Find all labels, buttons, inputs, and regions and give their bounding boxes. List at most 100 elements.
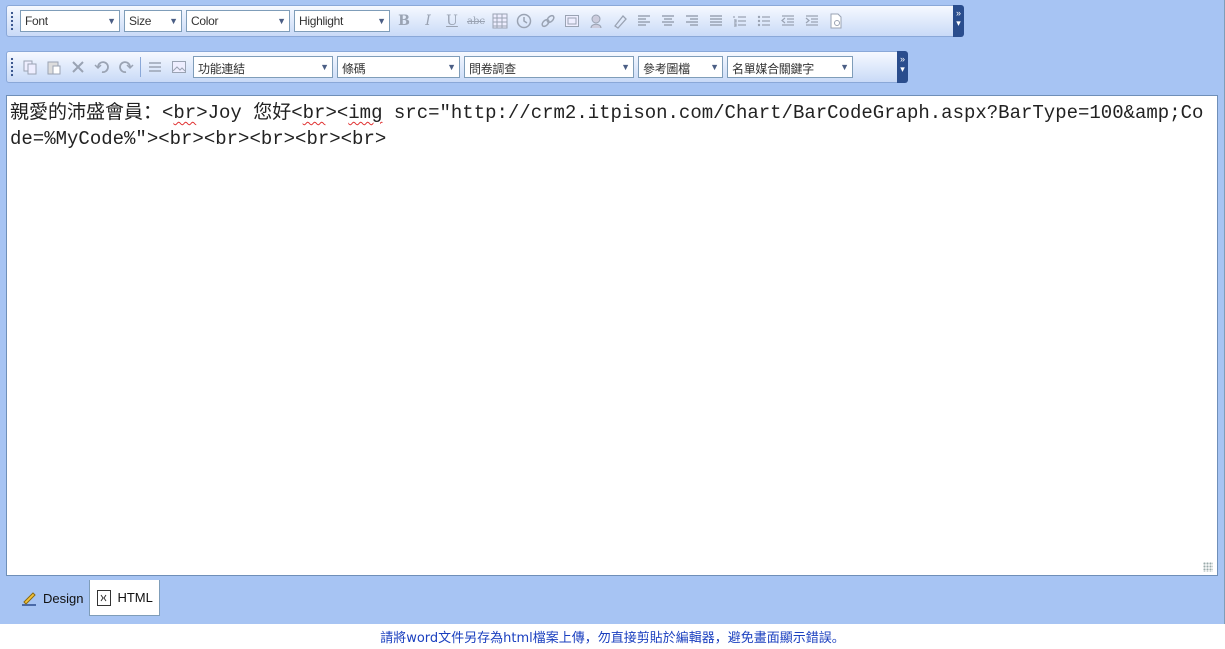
chevron-down-icon: ▼ (621, 62, 630, 72)
frame-icon (565, 15, 579, 27)
survey-label: 問卷調查 (469, 62, 516, 76)
feature-link-label: 功能連結 (198, 62, 245, 76)
content-text: 親愛的沛盛會員：< (10, 102, 174, 124)
insert-table-button[interactable] (490, 10, 510, 32)
toolbar-overflow-button[interactable]: » ▾ (897, 51, 908, 83)
align-left-button[interactable] (634, 10, 654, 32)
html-source-textarea[interactable]: 親愛的沛盛會員：<br>Joy 您好<br><img src="http://c… (6, 95, 1218, 576)
tab-html[interactable]: HTML (89, 580, 160, 616)
strikethrough-icon: abc (467, 15, 485, 27)
bullet-list-icon (757, 15, 770, 27)
strikethrough-button[interactable]: abc (466, 10, 486, 32)
barcode-label: 條碼 (342, 62, 366, 76)
html-editor: Font ▼ Size ▼ Color ▼ Highlight ▼ B I U … (0, 0, 1225, 624)
image-gallery-button[interactable] (169, 56, 189, 78)
barcode-select[interactable]: 條碼 ▼ (337, 56, 460, 78)
indent-icon (805, 15, 818, 26)
font-select[interactable]: Font ▼ (20, 10, 120, 32)
insert-frame-button[interactable] (562, 10, 582, 32)
redo-icon (119, 61, 134, 73)
horizontal-rule-button[interactable] (145, 56, 165, 78)
paste-button[interactable] (44, 56, 64, 78)
reference-file-label: 參考圖檔 (643, 62, 690, 76)
content-text: >< (325, 102, 349, 124)
numbered-list-button[interactable] (730, 10, 750, 32)
tab-design[interactable]: Design (14, 580, 89, 616)
picture-icon (172, 61, 186, 73)
clock-icon (516, 13, 532, 29)
merge-keyword-select[interactable]: 名單媒合關鍵字 ▼ (727, 56, 853, 78)
redo-button[interactable] (116, 56, 136, 78)
merge-keyword-label: 名單媒合關鍵字 (732, 62, 814, 76)
chevron-down-icon: ▼ (840, 62, 849, 72)
link-icon (541, 14, 555, 28)
color-select-label: Color (191, 14, 219, 28)
underline-button[interactable]: U (442, 10, 462, 32)
align-left-icon (638, 15, 650, 26)
font-select-label: Font (25, 14, 48, 28)
italic-button[interactable]: I (418, 10, 438, 32)
justify-icon (710, 15, 722, 26)
eraser-button[interactable] (610, 10, 630, 32)
undo-button[interactable] (92, 56, 112, 78)
insert-image-button[interactable] (586, 10, 606, 32)
preview-button[interactable] (826, 10, 846, 32)
undo-icon (94, 61, 109, 73)
highlight-select[interactable]: Highlight ▼ (294, 10, 390, 32)
spellcheck-word: br (173, 102, 197, 124)
reference-file-select[interactable]: 參考圖檔 ▼ (638, 56, 723, 78)
size-select[interactable]: Size ▼ (124, 10, 182, 32)
chevron-down-icon: ▼ (447, 62, 456, 72)
delete-button[interactable] (68, 56, 88, 78)
paste-icon (47, 61, 61, 75)
italic-icon: I (425, 13, 431, 29)
insert-link-button[interactable] (538, 10, 558, 32)
chevron-down-icon: ▼ (377, 16, 386, 26)
tab-html-label: HTML (117, 590, 153, 605)
size-select-label: Size (129, 14, 152, 28)
document-icon (830, 13, 842, 29)
align-right-button[interactable] (682, 10, 702, 32)
close-icon (72, 61, 84, 73)
align-center-icon (662, 15, 674, 26)
actions-toolbar: 功能連結 ▼ 條碼 ▼ 問卷調查 ▼ 參考圖檔 ▼ 名單媒合關鍵字 ▼ (6, 51, 900, 83)
chevron-down-icon: ▼ (277, 16, 286, 26)
copy-icon (23, 60, 37, 75)
justify-button[interactable] (706, 10, 726, 32)
eraser-icon (614, 15, 627, 29)
image-icon (590, 14, 602, 29)
outdent-button[interactable] (778, 10, 798, 32)
content-text: >Joy 您好< (196, 102, 303, 124)
underline-icon: U (446, 13, 458, 29)
indent-button[interactable] (802, 10, 822, 32)
spellcheck-word: img (348, 102, 383, 124)
tab-design-label: Design (43, 590, 84, 606)
chevron-down-icon: ▼ (320, 62, 329, 72)
formatting-toolbar: Font ▼ Size ▼ Color ▼ Highlight ▼ B I U … (6, 5, 956, 37)
bullet-list-button[interactable] (754, 10, 774, 32)
numbered-list-icon (733, 16, 746, 27)
chevron-down-icon: ▼ (107, 16, 116, 26)
toolbar-grip[interactable] (10, 57, 14, 77)
resize-grip-icon[interactable] (1203, 562, 1213, 572)
copy-button[interactable] (20, 56, 40, 78)
color-select[interactable]: Color ▼ (186, 10, 290, 32)
survey-select[interactable]: 問卷調查 ▼ (464, 56, 634, 78)
toolbar-grip[interactable] (10, 11, 14, 31)
chevron-down-icon: ▼ (710, 62, 719, 72)
table-icon (492, 13, 508, 29)
toolbar-separator (140, 57, 141, 77)
mode-tabbar: Design HTML (6, 580, 1218, 620)
align-center-button[interactable] (658, 10, 678, 32)
feature-link-select[interactable]: 功能連結 ▼ (193, 56, 333, 78)
horizontal-rule-icon (149, 62, 161, 72)
insert-time-button[interactable] (514, 10, 534, 32)
upload-hint-text: 請將word文件另存為html檔案上傳，勿直接剪貼於編輯器，避免畫面顯示錯誤。 (380, 631, 845, 646)
toolbar-overflow-button[interactable]: » ▾ (953, 5, 964, 37)
bold-icon: B (398, 13, 410, 29)
html-document-icon (96, 589, 112, 607)
align-right-icon (686, 15, 698, 26)
highlight-select-label: Highlight (299, 14, 343, 28)
bold-button[interactable]: B (394, 10, 414, 32)
spellcheck-word: br (302, 102, 326, 124)
